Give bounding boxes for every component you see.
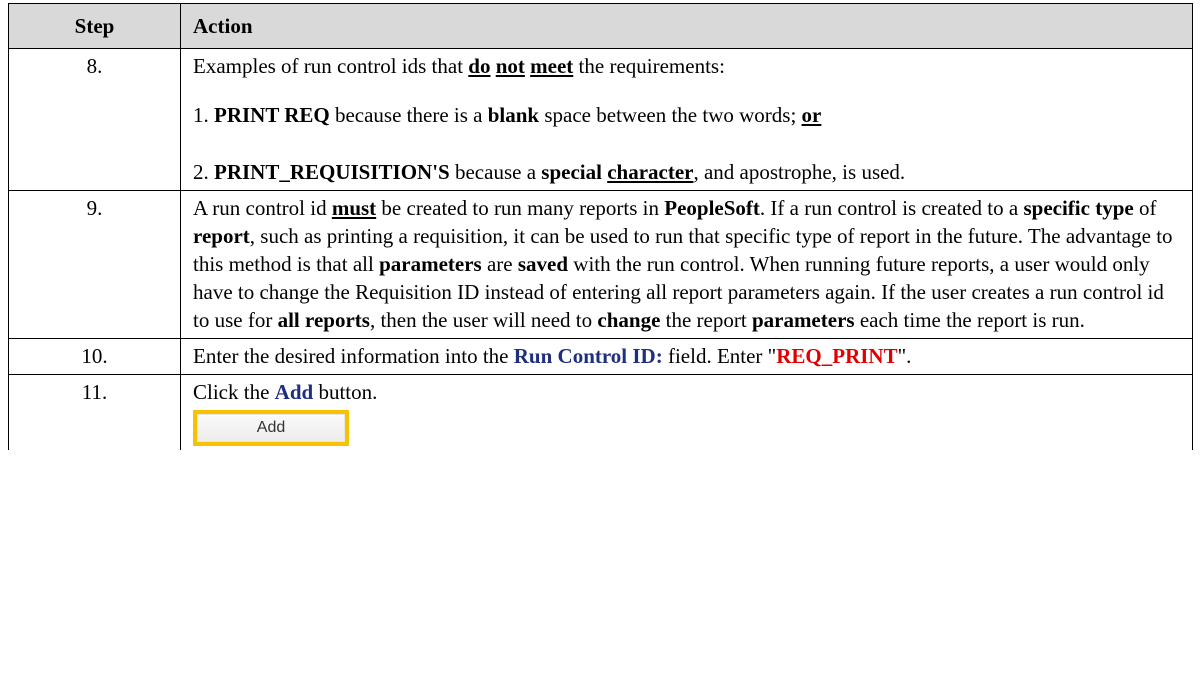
table-row: 10. Enter the desired information into t… <box>8 338 1193 375</box>
step-number: 10. <box>8 338 181 375</box>
button-reference: Add <box>274 380 314 404</box>
field-name: Run Control ID: <box>513 344 663 368</box>
action-cell: Examples of run control ids that do not … <box>180 48 1193 191</box>
action-line: 1. PRINT REQ because there is a blank sp… <box>193 103 822 127</box>
add-button-highlight: Add <box>193 410 349 446</box>
header-step: Step <box>8 3 181 49</box>
table-row: 11. Click the Add button. Add <box>8 374 1193 450</box>
header-action: Action <box>180 3 1193 49</box>
action-cell: Enter the desired information into the R… <box>180 338 1193 375</box>
step-number: 9. <box>8 190 181 339</box>
action-line: Click the Add button. <box>193 380 378 404</box>
step-number: 8. <box>8 48 181 191</box>
instruction-table: Step Action 8. Examples of run control i… <box>8 3 1193 450</box>
action-cell: Click the Add button. Add <box>180 374 1193 450</box>
table-row: 8. Examples of run control ids that do n… <box>8 48 1193 191</box>
header-row: Step Action <box>8 3 1193 49</box>
step-number: 11. <box>8 374 181 450</box>
action-line: Examples of run control ids that do not … <box>193 54 725 78</box>
add-button[interactable]: Add <box>197 414 345 442</box>
table-row: 9. A run control id must be created to r… <box>8 190 1193 339</box>
action-cell: A run control id must be created to run … <box>180 190 1193 339</box>
entry-value: REQ_PRINT <box>776 344 898 368</box>
action-line: 2. PRINT_REQUISITION'S because a special… <box>193 160 906 184</box>
